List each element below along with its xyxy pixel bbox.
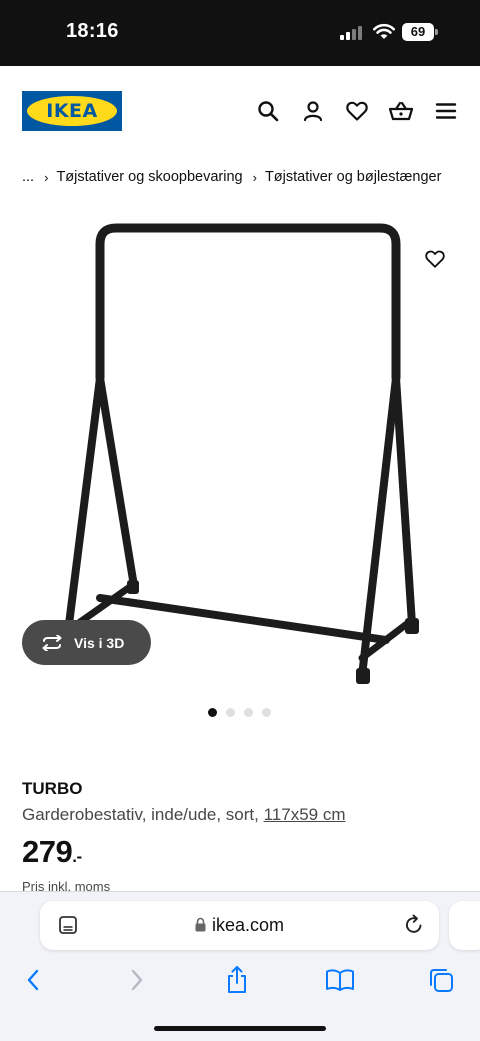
product-description: Garderobestativ, inde/ude, sort, 117x59 … <box>22 805 346 825</box>
cellular-signal-icon <box>340 26 366 40</box>
breadcrumb-item[interactable]: Tøjstativer og skoopbevaring <box>56 169 242 185</box>
battery-level: 69 <box>402 23 434 41</box>
ikea-logo[interactable]: IKEA <box>22 91 122 131</box>
product-price: 279.- <box>22 834 82 870</box>
product-description-text: Garderobestativ, inde/ude, sort, <box>22 805 264 824</box>
address-bar[interactable]: ikea.com <box>40 901 439 950</box>
gallery-pagination <box>208 708 271 717</box>
menu-icon[interactable] <box>433 98 459 124</box>
status-bar: 18:16 69 <box>0 0 480 66</box>
pagination-dot[interactable] <box>208 708 217 717</box>
battery-icon: 69 <box>402 23 438 41</box>
breadcrumb: ... › Tøjstativer og skoopbevaring › Tøj… <box>22 166 441 188</box>
back-button[interactable] <box>16 965 50 995</box>
share-icon <box>228 966 246 993</box>
chevron-left-icon <box>27 969 39 991</box>
heart-icon[interactable] <box>344 98 370 124</box>
price-suffix: .- <box>72 847 82 866</box>
lock-icon <box>195 917 206 932</box>
account-icon[interactable] <box>300 98 326 124</box>
view-in-3d-label: Vis i 3D <box>74 634 125 651</box>
home-indicator <box>154 1026 326 1031</box>
add-to-favourites-button[interactable] <box>420 244 450 274</box>
wifi-icon <box>373 23 395 39</box>
bookmarks-button[interactable] <box>323 965 357 995</box>
domain-text: ikea.com <box>211 915 285 935</box>
heart-icon <box>425 250 445 268</box>
breadcrumb-ellipsis[interactable]: ... <box>22 169 34 185</box>
url-display[interactable]: ikea.com <box>40 915 439 936</box>
tabs-button[interactable] <box>424 965 458 995</box>
book-icon <box>326 969 354 991</box>
chevron-right-icon: › <box>252 169 257 185</box>
breadcrumb-item[interactable]: Tøjstativer og bøjlestænger <box>265 169 441 185</box>
basket-icon[interactable] <box>388 98 414 124</box>
view-in-3d-button[interactable]: Vis i 3D <box>22 620 151 665</box>
share-button[interactable] <box>220 965 254 995</box>
pagination-dot[interactable] <box>226 708 235 717</box>
rotate-3d-icon <box>42 634 62 651</box>
tabs-icon <box>430 969 453 992</box>
browser-toolbar: ikea.com <box>0 891 480 1041</box>
price-value: 279 <box>22 834 73 869</box>
forward-button[interactable] <box>120 965 154 995</box>
chevron-right-icon <box>131 969 143 991</box>
status-time: 18:16 <box>66 20 119 42</box>
product-size-link[interactable]: 117x59 cm <box>264 805 346 824</box>
pagination-dot[interactable] <box>244 708 253 717</box>
logo-text: IKEA <box>46 100 98 122</box>
site-header: IKEA <box>0 66 480 154</box>
pagination-dot[interactable] <box>262 708 271 717</box>
chevron-right-icon: › <box>44 169 49 185</box>
product-name: TURBO <box>22 779 83 798</box>
adjacent-tab-preview[interactable] <box>449 901 480 950</box>
search-icon[interactable] <box>255 98 281 124</box>
reload-icon[interactable] <box>403 914 425 936</box>
